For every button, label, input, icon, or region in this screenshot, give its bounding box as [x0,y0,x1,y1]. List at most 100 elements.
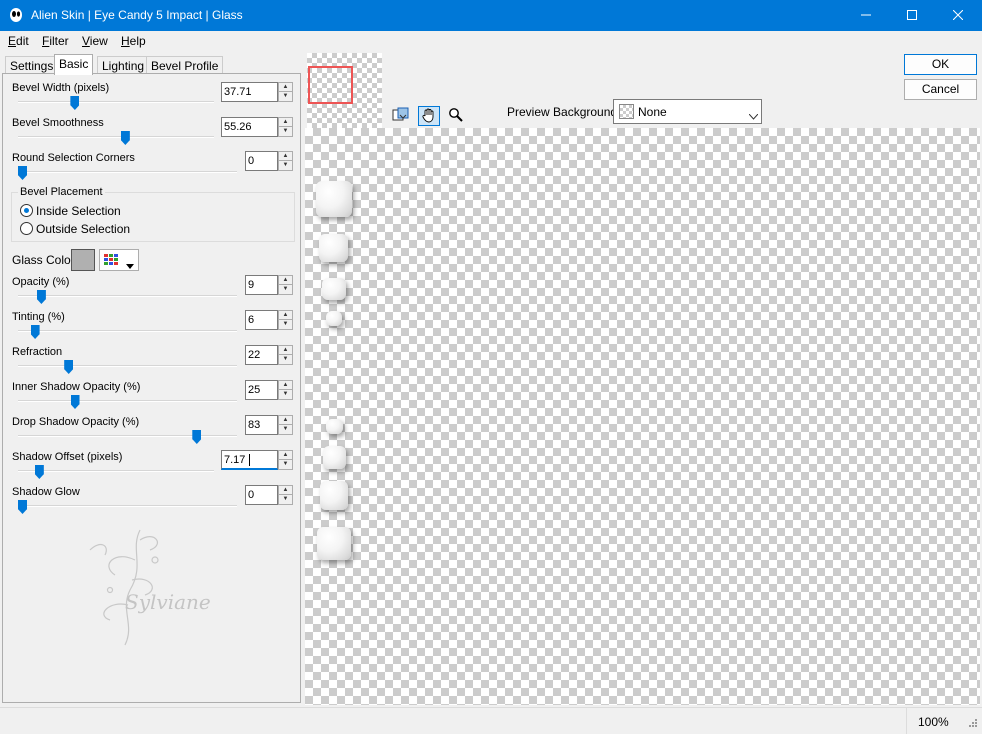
bevel-width-label: Bevel Width (pixels) [12,82,110,94]
shadow-offset-spinner[interactable]: ▲ ▼ [278,450,293,470]
inner-shadow-track[interactable] [18,400,237,402]
spin-up-icon[interactable]: ▲ [279,152,292,161]
shadow-glow-track[interactable] [18,505,237,507]
tab-lighting[interactable]: Lighting [97,56,150,74]
menu-help[interactable]: Help [121,34,146,48]
preview-canvas[interactable] [305,128,980,705]
shadow-glow-spinner[interactable]: ▲ ▼ [278,485,293,505]
round-corners-field[interactable]: 0 [245,151,278,171]
zoom-tool-button[interactable] [445,106,467,126]
spin-down-icon[interactable]: ▼ [279,425,292,434]
glass-tile [322,278,346,300]
spin-up-icon[interactable]: ▲ [279,83,292,92]
checker-swatch-icon [619,104,634,119]
shadow-offset-track[interactable] [18,470,214,472]
drop-shadow-track[interactable] [18,435,237,437]
spin-up-icon[interactable]: ▲ [279,118,292,127]
spin-down-icon[interactable]: ▼ [279,92,292,101]
close-button[interactable] [935,0,981,31]
bevel-width-spinner[interactable]: ▲ ▼ [278,82,293,102]
maximize-button[interactable] [889,0,935,31]
tinting-spinner[interactable]: ▲ ▼ [278,310,293,330]
spin-down-icon[interactable]: ▼ [279,161,292,170]
opacity-track[interactable] [18,295,237,297]
spin-up-icon[interactable]: ▲ [279,311,292,320]
hand-icon [421,107,437,126]
refraction-label: Refraction [12,346,63,358]
tab-basic[interactable]: Basic [54,54,94,75]
bevel-width-track[interactable] [18,101,214,103]
tinting-track[interactable] [18,330,237,332]
round-corners-label: Round Selection Corners [12,152,135,164]
compare-button[interactable] [390,106,412,126]
chevron-down-icon [126,258,134,272]
close-icon [952,9,964,23]
refraction-field[interactable]: 22 [245,345,278,365]
drop-shadow-field[interactable]: 83 [245,415,278,435]
shadow-offset-label: Shadow Offset (pixels) [12,451,123,463]
inside-selection-label[interactable]: Inside Selection [36,204,121,218]
cancel-button[interactable]: Cancel [904,79,977,100]
spin-up-icon[interactable]: ▲ [279,451,292,460]
shadow-offset-field[interactable]: 7.17 [221,450,278,470]
spin-down-icon[interactable]: ▼ [279,127,292,136]
shadow-glow-label: Shadow Glow [12,486,80,498]
tab-settings[interactable]: Settings [5,56,59,74]
watermark-logo: Sylviane [70,520,230,650]
bevel-smoothness-label: Bevel Smoothness [12,117,104,129]
color-palette-button[interactable] [99,249,139,271]
outside-selection-label[interactable]: Outside Selection [36,222,130,236]
navigator-view-rect[interactable] [308,66,353,104]
minimize-button[interactable] [843,0,889,31]
glass-tile [326,311,342,326]
opacity-field[interactable]: 9 [245,275,278,295]
hand-tool-button[interactable] [418,106,440,126]
window-title: Alien Skin | Eye Candy 5 Impact | Glass [31,8,243,22]
spin-down-icon[interactable]: ▼ [279,320,292,329]
preview-background-select[interactable]: None [613,99,762,124]
glass-color-swatch[interactable] [71,249,95,271]
maximize-icon [907,9,917,23]
bevel-width-field[interactable]: 37.71 [221,82,278,102]
tab-bevel-profile[interactable]: Bevel Profile [146,56,224,74]
round-corners-track[interactable] [18,171,237,173]
spin-up-icon[interactable]: ▲ [279,276,292,285]
magnifier-icon [448,107,464,126]
refraction-spinner[interactable]: ▲ ▼ [278,345,293,365]
refraction-track[interactable] [18,365,237,367]
compare-icon [392,107,410,126]
round-corners-spinner[interactable]: ▲ ▼ [278,151,293,171]
alien-skin-icon [8,7,24,23]
glass-color-label: Glass Color [12,253,75,267]
tinting-field[interactable]: 6 [245,310,278,330]
opacity-spinner[interactable]: ▲ ▼ [278,275,293,295]
spin-up-icon[interactable]: ▲ [279,346,292,355]
spin-down-icon[interactable]: ▼ [279,355,292,364]
opacity-label: Opacity (%) [12,276,70,288]
inside-selection-radio[interactable] [20,204,33,217]
text-cursor [249,454,250,466]
shadow-glow-field[interactable]: 0 [245,485,278,505]
glass-tile [316,181,352,217]
spin-up-icon[interactable]: ▲ [279,416,292,425]
inner-shadow-spinner[interactable]: ▲ ▼ [278,380,293,400]
spin-up-icon[interactable]: ▲ [279,486,292,495]
spin-up-icon[interactable]: ▲ [279,381,292,390]
menu-edit[interactable]: Edit [8,34,29,48]
bevel-smoothness-track[interactable] [18,136,214,138]
bevel-smoothness-spinner[interactable]: ▲ ▼ [278,117,293,137]
spin-down-icon[interactable]: ▼ [279,495,292,504]
ok-button[interactable]: OK [904,54,977,75]
bevel-smoothness-field[interactable]: 55.26 [221,117,278,137]
menu-view[interactable]: View [82,34,108,48]
spin-down-icon[interactable]: ▼ [279,460,292,469]
resize-grip-icon[interactable] [966,718,978,733]
tinting-label: Tinting (%) [12,311,65,323]
spin-down-icon[interactable]: ▼ [279,390,292,399]
menu-filter[interactable]: Filter [42,34,69,48]
outside-selection-radio[interactable] [20,222,33,235]
glass-tile [326,419,343,434]
inner-shadow-field[interactable]: 25 [245,380,278,400]
spin-down-icon[interactable]: ▼ [279,285,292,294]
drop-shadow-spinner[interactable]: ▲ ▼ [278,415,293,435]
